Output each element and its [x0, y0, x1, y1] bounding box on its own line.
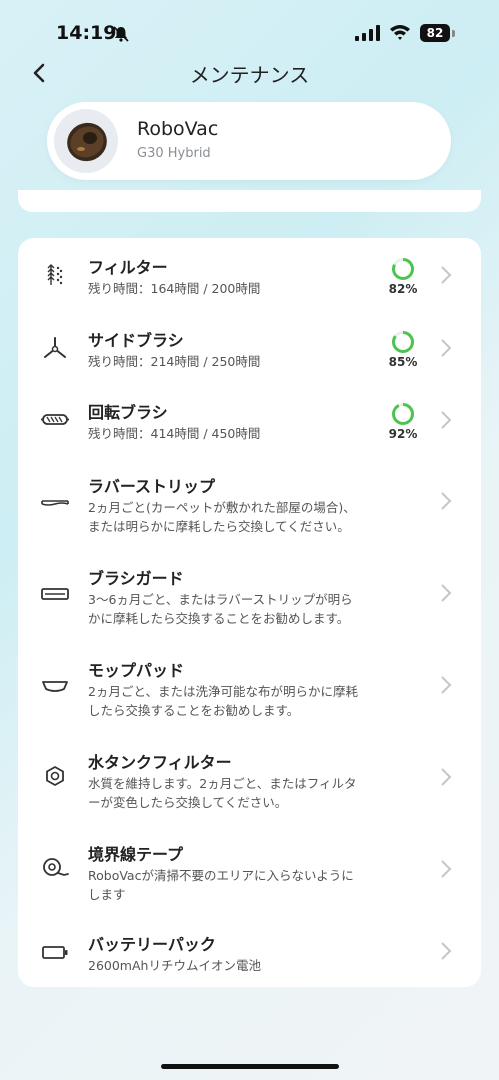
- filter-icon: [47, 264, 63, 285]
- maintenance-item-rubber-strip[interactable]: ラバーストリップ 2ヵ月ごと(カーペットが敷かれた部屋の場合)、 または明らかに…: [18, 455, 481, 547]
- rubber-strip-icon: [41, 500, 69, 506]
- item-desc: 残り時間：414時間 / 450時間: [88, 426, 261, 441]
- maintenance-item-brush-guard[interactable]: ブラシガード 3〜6ヵ月ごと、またはラバーストリップが明ら かに摩耗したら交換す…: [18, 547, 481, 639]
- water-tank-filter-icon: [46, 766, 64, 786]
- device-card[interactable]: RoboVac G30 Hybrid: [47, 102, 451, 180]
- battery-indicator: 82: [420, 24, 450, 42]
- chevron-right-icon: [441, 942, 452, 960]
- item-desc-line: ーが変色したら交換してください。: [88, 795, 288, 810]
- progress-indicator: 82%: [383, 257, 423, 296]
- progress-percent: 82%: [388, 282, 418, 296]
- item-title: フィルター: [88, 258, 168, 277]
- chevron-right-icon: [441, 584, 452, 602]
- item-title: モップパッド: [88, 661, 185, 680]
- maintenance-item-side-brush[interactable]: サイドブラシ 残り時間：214時間 / 250時間 85%: [18, 310, 481, 383]
- device-avatar: [54, 109, 118, 173]
- chevron-right-icon: [441, 860, 452, 878]
- maintenance-item-battery-pack[interactable]: バッテリーパック 2600mAhリチウムイオン電池: [18, 915, 481, 987]
- item-desc: 残り時間：164時間 / 200時間: [88, 281, 261, 296]
- progress-percent: 85%: [388, 355, 418, 369]
- chevron-right-icon: [441, 676, 452, 694]
- progress-ring-icon: [392, 403, 414, 425]
- item-desc-line: 水質を維持します。2ヵ月ごと、またはフィルタ: [88, 776, 357, 791]
- progress-indicator: 85%: [383, 330, 423, 369]
- item-desc-line: かに摩耗したら交換することをお勧めします。: [88, 611, 350, 626]
- item-desc: 水質を維持します。2ヵ月ごと、またはフィルタ ーが変色したら交換してください。: [88, 774, 398, 812]
- maintenance-list: フィルター 残り時間：164時間 / 200時間 82% サイドブラシ 残り時間…: [18, 238, 481, 987]
- chevron-right-icon: [441, 339, 452, 357]
- item-title: サイドブラシ: [88, 331, 184, 350]
- device-model: G30 Hybrid: [137, 146, 211, 161]
- item-desc-line: したら交換することをお勧めします。: [88, 703, 300, 718]
- page-title: メンテナンス: [189, 63, 310, 87]
- device-name: RoboVac: [137, 118, 219, 140]
- progress-ring-icon: [392, 331, 414, 353]
- tab-pill: [18, 190, 481, 212]
- bell-muted-icon: [113, 26, 129, 42]
- item-desc: 3〜6ヵ月ごと、またはラバーストリップが明ら かに摩耗したら交換することをお勧め…: [88, 590, 398, 628]
- chevron-right-icon: [441, 768, 452, 786]
- item-title: 回転ブラシ: [88, 403, 168, 422]
- chevron-right-icon: [441, 266, 452, 284]
- item-desc: 2600mAhリチウムイオン電池: [88, 958, 261, 973]
- item-desc-line: 2ヵ月ごと、または洗浄可能な布が明らかに摩耗: [88, 684, 358, 699]
- item-title: ブラシガード: [88, 569, 184, 588]
- item-desc-line: RoboVacが清掃不要のエリアに入らないように: [88, 868, 354, 883]
- maintenance-item-rolling-brush[interactable]: 回転ブラシ 残り時間：414時間 / 450時間 92%: [18, 383, 481, 455]
- maintenance-item-mop-pad[interactable]: モップパッド 2ヵ月ごと、または洗浄可能な布が明らかに摩耗 したら交換することを…: [18, 639, 481, 731]
- maintenance-item-boundary-tape[interactable]: 境界線テープ RoboVacが清掃不要のエリアに入らないように します: [18, 823, 481, 915]
- item-desc-line: または明らかに摩耗したら交換してください。: [88, 519, 350, 534]
- item-desc: 2ヵ月ごと、または洗浄可能な布が明らかに摩耗 したら交換することをお勧めします。: [88, 682, 398, 720]
- cellular-signal-icon: [355, 25, 380, 41]
- nav-bar: メンテナンス: [0, 55, 499, 91]
- battery-tip: [452, 30, 455, 37]
- item-desc: 2ヵ月ごと(カーペットが敷かれた部屋の場合)、 または明らかに摩耗したら交換して…: [88, 498, 398, 536]
- status-time: 14:19: [56, 22, 117, 44]
- progress-percent: 92%: [388, 427, 418, 441]
- brush-guard-icon: [41, 588, 69, 600]
- item-title: ラバーストリップ: [88, 477, 216, 496]
- mop-pad-icon: [42, 681, 68, 692]
- item-desc-line: 2ヵ月ごと(カーペットが敷かれた部屋の場合)、: [88, 500, 356, 515]
- item-desc-line: 3〜6ヵ月ごと、またはラバーストリップが明ら: [88, 592, 353, 607]
- item-title: バッテリーパック: [88, 935, 216, 954]
- item-desc: 残り時間：214時間 / 250時間: [88, 354, 261, 369]
- progress-indicator: 92%: [383, 402, 423, 441]
- item-title: 水タンクフィルター: [88, 753, 232, 772]
- chevron-right-icon: [441, 492, 452, 510]
- rolling-brush-icon: [41, 414, 69, 425]
- item-desc: RoboVacが清掃不要のエリアに入らないように します: [88, 866, 398, 904]
- maintenance-item-filter[interactable]: フィルター 残り時間：164時間 / 200時間 82%: [18, 238, 481, 310]
- progress-ring-icon: [392, 258, 414, 280]
- item-title: 境界線テープ: [88, 845, 184, 864]
- home-indicator[interactable]: [161, 1064, 339, 1069]
- chevron-right-icon: [441, 411, 452, 429]
- boundary-tape-icon: [43, 858, 69, 876]
- robot-vacuum-icon: [67, 122, 107, 162]
- side-brush-icon: [44, 337, 66, 358]
- maintenance-item-water-tank-filter[interactable]: 水タンクフィルター 水質を維持します。2ヵ月ごと、またはフィルタ ーが変色したら…: [18, 731, 481, 823]
- item-desc-line: します: [88, 887, 126, 902]
- battery-pack-icon: [42, 946, 68, 959]
- wifi-icon: [390, 25, 410, 40]
